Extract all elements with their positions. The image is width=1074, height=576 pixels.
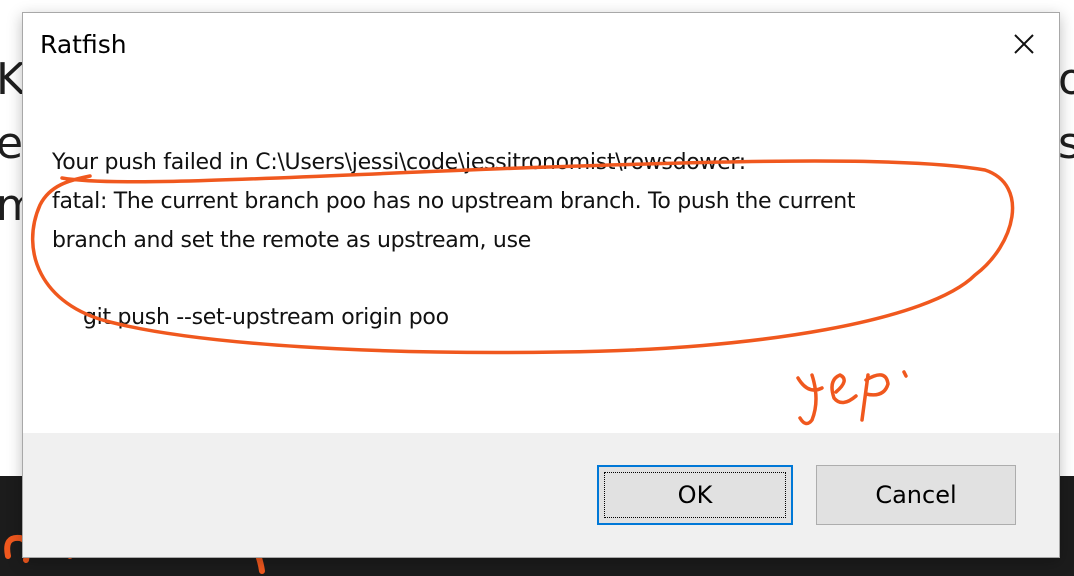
message-line: branch and set the remote as upstream, u… bbox=[52, 228, 531, 253]
dialog-title: Ratfish bbox=[40, 30, 127, 59]
close-icon bbox=[1014, 34, 1034, 54]
suggested-command: git push --set-upstream origin poo bbox=[83, 305, 449, 330]
cancel-button-label: Cancel bbox=[875, 481, 957, 509]
cancel-button[interactable]: Cancel bbox=[816, 465, 1016, 525]
message-line: fatal: The current branch poo has no ups… bbox=[52, 189, 856, 214]
message-line: Your push failed in C:\Users\jessi\code\… bbox=[52, 150, 746, 175]
error-message: Your push failed in C:\Users\jessi\code\… bbox=[52, 143, 1012, 337]
background-text-fragment: o bbox=[1058, 54, 1074, 105]
ok-button-label: OK bbox=[677, 481, 713, 509]
close-button[interactable] bbox=[989, 13, 1059, 75]
error-dialog: Ratfish Your push failed in C:\Users\jes… bbox=[22, 12, 1060, 558]
background-text-fragment: s bbox=[1058, 118, 1074, 169]
dialog-footer: OK Cancel bbox=[23, 433, 1059, 557]
ok-button[interactable]: OK bbox=[597, 465, 793, 525]
